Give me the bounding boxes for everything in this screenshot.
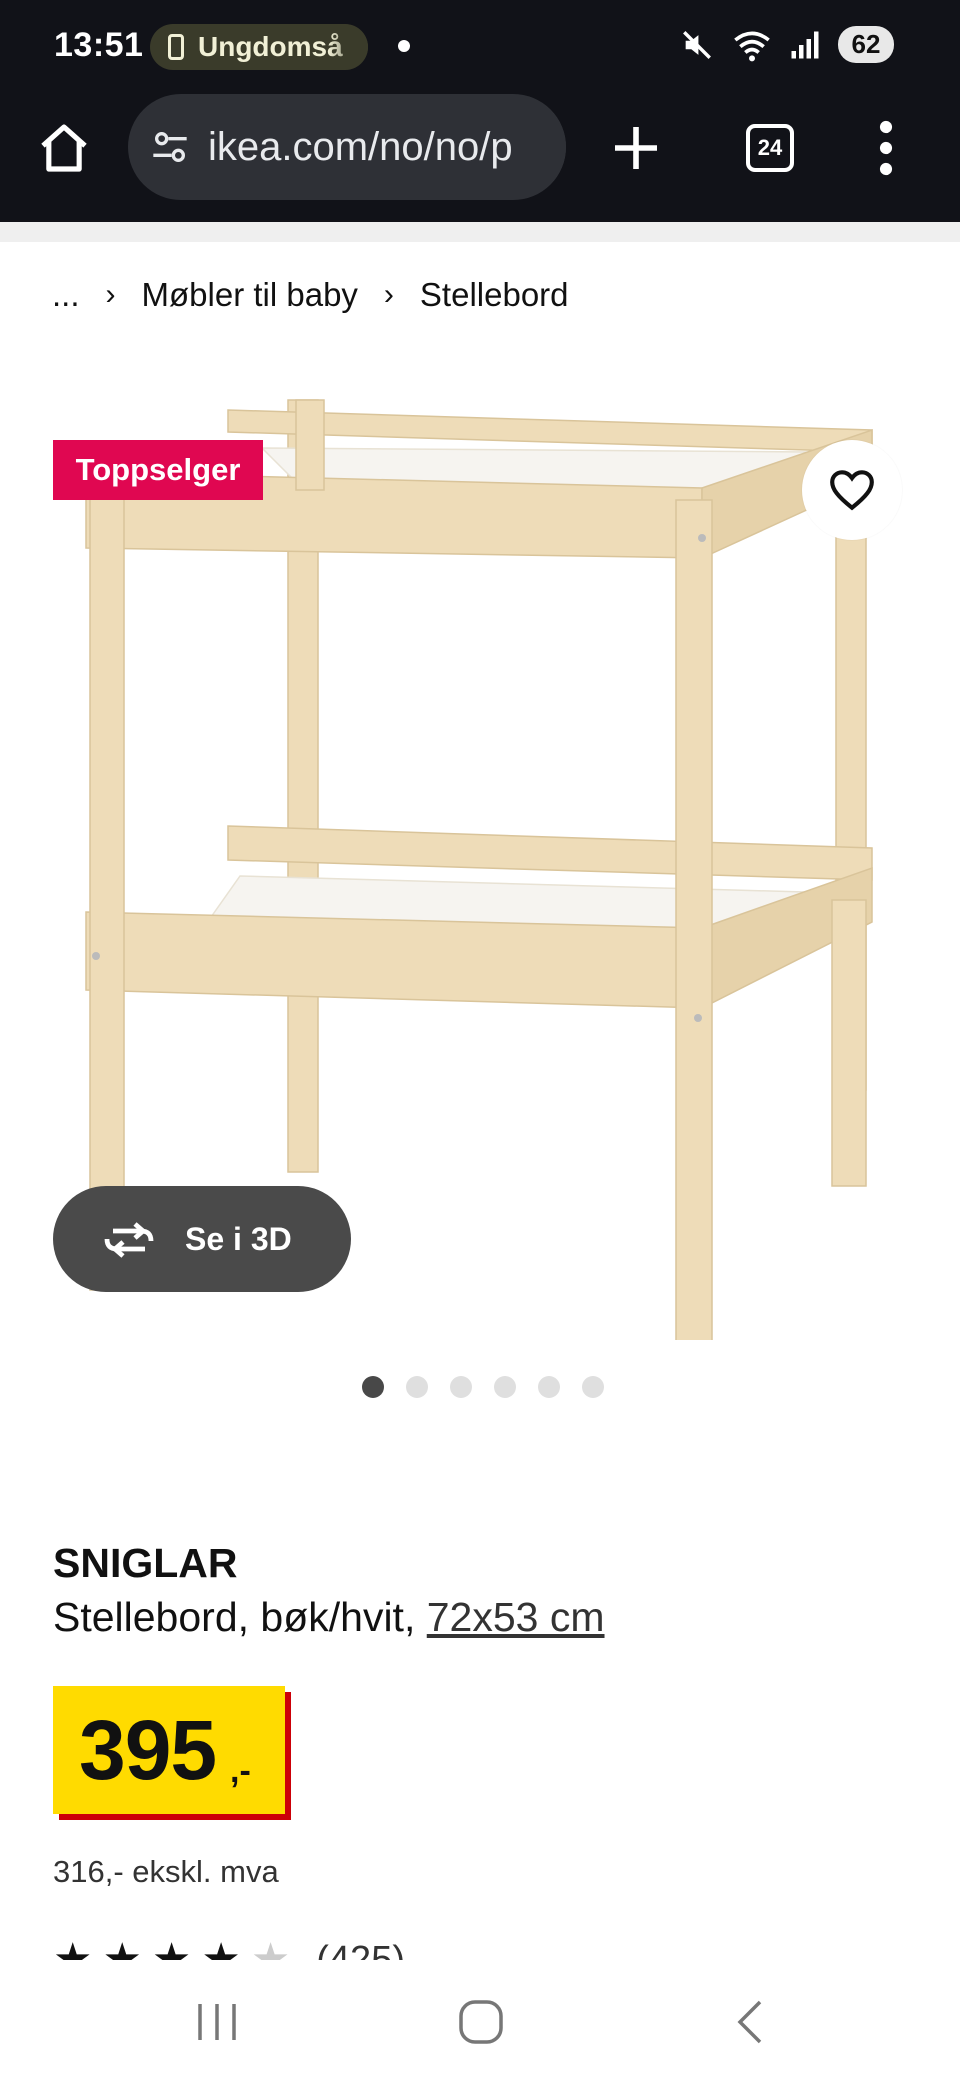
product-description-text: Stellebord, bøk/hvit, — [53, 1594, 416, 1640]
top-seller-badge: Toppselger — [53, 440, 263, 500]
rating-row[interactable]: ★ ★ ★ ★ ★ (425) — [53, 1938, 553, 1960]
rating-count: (425) — [316, 1939, 405, 1960]
carousel-dot[interactable] — [538, 1376, 560, 1398]
signal-icon — [791, 31, 819, 58]
view-3d-button[interactable]: Se i 3D — [53, 1186, 351, 1292]
breadcrumb-ellipsis[interactable]: ... — [52, 276, 80, 314]
plus-icon[interactable] — [608, 120, 664, 176]
status-bar: 13:51 Ungdomså 62 — [0, 0, 960, 94]
page-top-strip — [0, 222, 960, 242]
star-icon: ★ — [53, 1938, 92, 1960]
status-icons: 62 — [680, 26, 894, 63]
back-icon[interactable] — [730, 1994, 770, 2050]
chevron-right-icon: › — [105, 278, 116, 311]
breadcrumb: ... › Møbler til baby › Stellebord — [52, 276, 569, 314]
browser-toolbar: ikea.com/no/no/p 24 — [0, 94, 960, 222]
more-vert-icon[interactable] — [874, 120, 898, 176]
notification-pill[interactable]: Ungdomså — [150, 24, 368, 70]
notification-label: Ungdomså — [198, 31, 343, 62]
carousel-dot[interactable] — [494, 1376, 516, 1398]
home-nav-icon[interactable] — [456, 1994, 506, 2050]
carousel-dot[interactable] — [406, 1376, 428, 1398]
url-text: ikea.com/no/no/p — [208, 124, 513, 169]
chevron-right-icon: › — [383, 278, 394, 311]
price-tag: 395 ,- — [53, 1686, 285, 1814]
rotate-icon — [104, 1222, 154, 1258]
breadcrumb-item-changing-table[interactable]: Stellebord — [420, 276, 569, 314]
star-icon: ★ — [102, 1938, 141, 1960]
home-icon[interactable] — [36, 120, 92, 176]
heart-icon — [830, 470, 874, 511]
tune-icon[interactable] — [150, 127, 190, 167]
price-value: 395 — [79, 1703, 217, 1797]
system-nav-bar — [0, 1970, 960, 2080]
wifi-icon — [734, 31, 770, 61]
star-icon: ★ — [201, 1938, 240, 1960]
product-name: SNIGLAR — [53, 1540, 238, 1586]
url-bar[interactable]: ikea.com/no/no/p — [128, 94, 566, 200]
image-carousel-dots — [362, 1376, 604, 1398]
star-icon: ★ — [152, 1938, 191, 1960]
carousel-dot[interactable] — [450, 1376, 472, 1398]
product-description: Stellebord, bøk/hvit, 72x53 cm — [53, 1594, 605, 1641]
notification-dot-icon — [398, 40, 410, 52]
product-size-link[interactable]: 72x53 cm — [427, 1594, 605, 1640]
carousel-dot[interactable] — [582, 1376, 604, 1398]
view-3d-label: Se i 3D — [185, 1220, 292, 1257]
star-icon: ★ — [251, 1938, 290, 1960]
favorite-button[interactable] — [802, 440, 902, 540]
recent-apps-icon[interactable] — [192, 1994, 242, 2050]
status-time: 13:51 — [54, 26, 144, 64]
tab-switcher-button[interactable]: 24 — [746, 124, 794, 172]
mute-icon — [683, 30, 711, 59]
battery-indicator: 62 — [838, 26, 894, 63]
breadcrumb-item-baby-furniture[interactable]: Møbler til baby — [142, 276, 358, 314]
price-suffix: ,- — [230, 1752, 251, 1790]
carousel-dot[interactable] — [362, 1376, 384, 1398]
price-excl-vat: 316,- ekskl. mva — [53, 1854, 279, 1889]
phone-icon — [168, 34, 184, 60]
